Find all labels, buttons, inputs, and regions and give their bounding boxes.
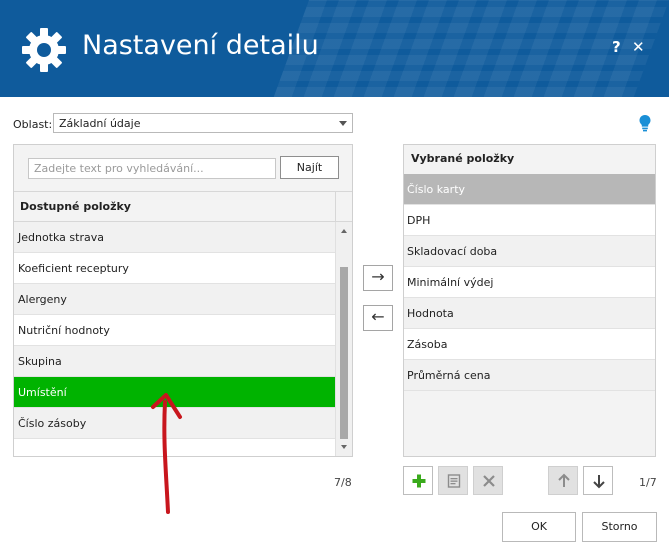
ok-button[interactable]: OK xyxy=(502,512,576,542)
available-items-panel: Najít Dostupné položky Jednotka stravaKo… xyxy=(13,144,353,457)
find-button[interactable]: Najít xyxy=(280,156,339,179)
arrow-right-icon: → xyxy=(371,267,385,286)
available-items-scrollbar[interactable] xyxy=(335,222,352,456)
available-list-item[interactable]: Koeficient receptury xyxy=(14,253,335,284)
edit-note-icon xyxy=(447,474,461,488)
dialog-header: Nastavení detailu ? ✕ xyxy=(0,0,669,97)
available-list-item[interactable]: Číslo zásoby xyxy=(14,408,335,439)
add-item-button[interactable] xyxy=(403,466,433,495)
selected-items-header: Vybrané položky xyxy=(411,152,515,165)
selected-list-item[interactable]: Hodnota xyxy=(404,298,655,329)
settings-dialog: Nastavení detailu ? ✕ Oblast: Základní ú… xyxy=(0,0,669,552)
edit-item-button[interactable] xyxy=(438,466,468,495)
available-list-item[interactable]: Jednotka strava xyxy=(14,222,335,253)
cancel-button[interactable]: Storno xyxy=(582,512,657,542)
arrow-down-icon xyxy=(593,475,605,489)
close-button[interactable]: ✕ xyxy=(632,38,645,56)
selected-list-item[interactable]: DPH xyxy=(404,205,655,236)
selected-list-item[interactable]: Průměrná cena xyxy=(404,360,655,391)
available-list-item[interactable]: Skupina xyxy=(14,346,335,377)
selected-items-list: Číslo karty DPH Skladovací doba Minimální v… xyxy=(404,174,655,391)
available-list-item[interactable]: Nutriční hodnoty xyxy=(14,315,335,346)
selected-count: 1/7 xyxy=(639,476,657,489)
arrow-left-icon: ← xyxy=(371,307,385,326)
plus-icon xyxy=(412,474,426,488)
remove-from-selected-button[interactable]: ← xyxy=(363,305,393,331)
available-count: 7/8 xyxy=(334,476,352,489)
gear-icon xyxy=(22,28,66,72)
move-up-button[interactable] xyxy=(548,466,578,495)
scroll-up-icon[interactable] xyxy=(341,229,347,233)
header-scroll-spacer xyxy=(335,191,352,222)
available-list-item[interactable]: Alergeny xyxy=(14,284,335,315)
area-select-value: Základní údaje xyxy=(59,117,141,130)
selected-items-panel: Vybrané položky Číslo karty DPH Skladovací… xyxy=(403,144,656,457)
scroll-thumb[interactable] xyxy=(340,267,348,439)
search-field[interactable] xyxy=(28,158,276,179)
arrow-up-icon xyxy=(558,473,570,487)
area-label: Oblast: xyxy=(13,118,53,131)
help-button[interactable]: ? xyxy=(612,38,621,56)
dialog-title: Nastavení detailu xyxy=(82,30,319,61)
selected-list-item[interactable]: Zásoba xyxy=(404,329,655,360)
move-down-button[interactable] xyxy=(583,466,613,495)
selected-list-item[interactable]: Skladovací doba xyxy=(404,236,655,267)
delete-x-icon xyxy=(483,475,495,487)
scroll-down-icon[interactable] xyxy=(341,445,347,449)
search-input[interactable] xyxy=(29,159,275,178)
available-items-header: Dostupné položky xyxy=(14,191,335,222)
available-items-list: Jednotka strava Koeficient receptury Alerg… xyxy=(14,222,335,456)
add-to-selected-button[interactable]: → xyxy=(363,265,393,291)
selected-list-item[interactable]: Minimální výdej xyxy=(404,267,655,298)
lightbulb-icon[interactable] xyxy=(638,114,652,132)
list-empty-space xyxy=(14,439,335,456)
area-select[interactable]: Základní údaje xyxy=(53,113,353,133)
available-list-item[interactable]: Umístění xyxy=(14,377,335,408)
header-texture xyxy=(273,0,669,97)
chevron-down-icon xyxy=(339,121,347,126)
selected-list-item[interactable]: Číslo karty xyxy=(404,174,655,205)
delete-item-button[interactable] xyxy=(473,466,503,495)
